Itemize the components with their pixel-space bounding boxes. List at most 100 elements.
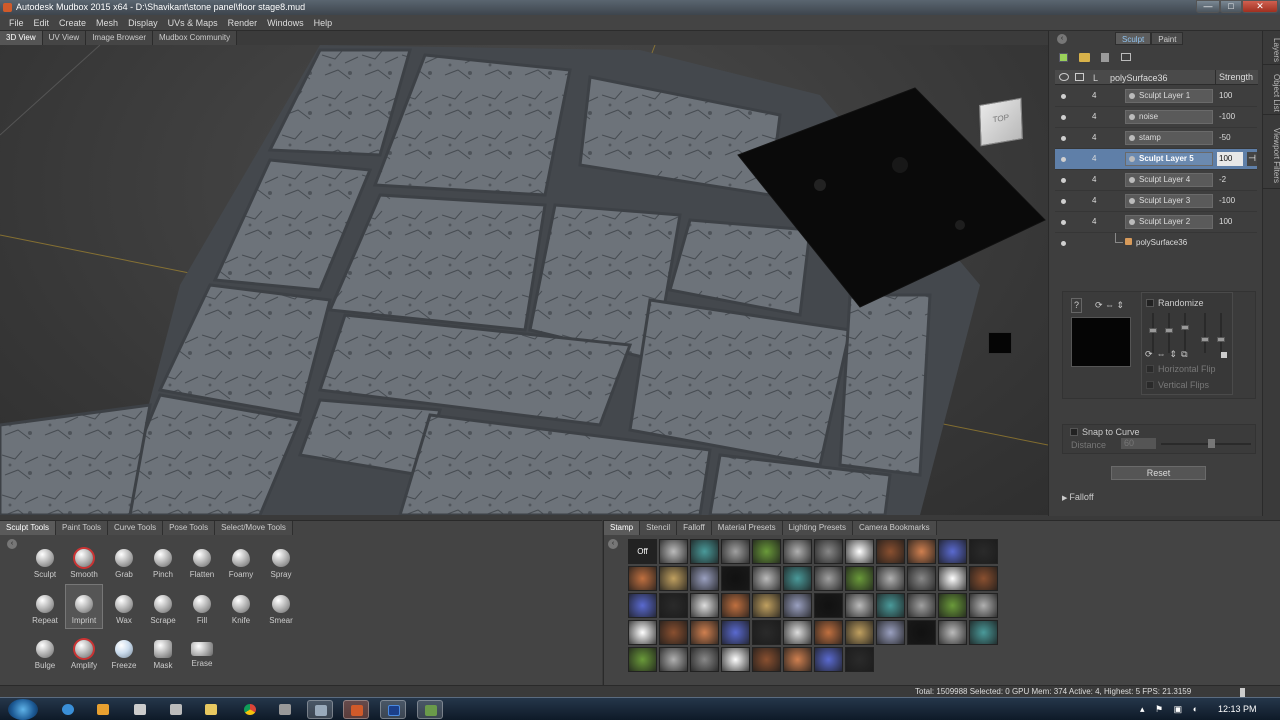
tool-repeat[interactable]: Repeat — [26, 591, 64, 635]
randomize-checkbox[interactable] — [1146, 299, 1154, 307]
menu-display[interactable]: Display — [123, 18, 163, 28]
collapse-panel-icon[interactable]: ‹ — [1057, 34, 1067, 44]
tool-sculpt[interactable]: Sculpt — [26, 545, 64, 589]
tool-wax[interactable]: Wax — [105, 591, 143, 635]
tab-stamp[interactable]: Stamp — [604, 521, 641, 535]
stamp-thumbnail[interactable] — [814, 539, 843, 564]
layer-row[interactable]: 4 Sculpt Layer 1 100 — [1055, 86, 1257, 107]
stamp-thumbnail[interactable] — [907, 593, 936, 618]
stamp-thumbnail[interactable] — [814, 593, 843, 618]
stamp-thumbnail[interactable] — [721, 566, 750, 591]
layer-strength[interactable]: -50 — [1219, 133, 1231, 142]
stamp-thumbnail[interactable] — [845, 539, 874, 564]
tool-foamy[interactable]: Foamy — [222, 545, 260, 589]
tool-fill[interactable]: Fill — [183, 591, 221, 635]
random-slider-knob[interactable] — [1165, 328, 1173, 333]
tab-uv-view[interactable]: UV View — [42, 31, 87, 45]
stamp-thumbnail[interactable] — [752, 620, 781, 645]
falloff-section[interactable]: ▶ Falloff — [1062, 492, 1094, 502]
tool-mask[interactable]: Mask — [144, 636, 182, 680]
tool-smooth[interactable]: Smooth — [65, 545, 103, 589]
layer-name[interactable]: Sculpt Layer 1 — [1125, 89, 1213, 103]
stamp-thumbnail[interactable] — [721, 539, 750, 564]
eye-icon[interactable] — [1061, 178, 1066, 183]
stamp-thumbnail[interactable] — [628, 620, 657, 645]
tab-stencil[interactable]: Stencil — [640, 521, 678, 535]
window-app-icon[interactable] — [307, 700, 333, 719]
base-mesh-row[interactable]: polySurface36 — [1055, 233, 1257, 254]
stamp-thumbnail[interactable] — [690, 593, 719, 618]
stamp-thumbnail[interactable] — [845, 647, 874, 672]
stamp-thumbnail[interactable] — [752, 593, 781, 618]
stamp-thumbnail[interactable] — [907, 539, 936, 564]
stamp-thumbnail[interactable] — [969, 539, 998, 564]
menu-file[interactable]: File — [4, 18, 29, 28]
stamp-thumbnail[interactable] — [659, 620, 688, 645]
tool-erase[interactable]: Erase — [183, 636, 221, 680]
tab-image-browser[interactable]: Image Browser — [86, 31, 153, 45]
tab-camera-bookmarks[interactable]: Camera Bookmarks — [852, 521, 937, 535]
stamp-thumbnail[interactable] — [814, 566, 843, 591]
layer-row[interactable]: 4 Sculpt Layer 4 -2 — [1055, 170, 1257, 191]
layer-row[interactable]: 4 Sculpt Layer 2 100 — [1055, 212, 1257, 233]
stamp-thumbnail[interactable] — [845, 566, 874, 591]
stamp-thumbnail[interactable] — [876, 539, 905, 564]
random-slider-knob[interactable] — [1149, 328, 1157, 333]
distance-slider[interactable] — [1161, 443, 1251, 445]
photoshop-icon[interactable] — [380, 700, 406, 719]
menu-edit[interactable]: Edit — [29, 18, 55, 28]
stamp-thumbnail[interactable] — [628, 566, 657, 591]
layer-name[interactable]: Sculpt Layer 2 — [1125, 215, 1213, 229]
stamp-thumbnail[interactable] — [938, 566, 967, 591]
tab-select-move-tools[interactable]: Select/Move Tools — [215, 521, 293, 535]
tool-pinch[interactable]: Pinch — [144, 545, 182, 589]
random-slider[interactable] — [1220, 313, 1222, 353]
tab-3d-view[interactable]: 3D View — [0, 31, 43, 45]
ie-icon[interactable] — [55, 700, 81, 719]
layer-strength[interactable]: 100 — [1219, 91, 1232, 100]
stamp-thumbnail[interactable] — [628, 593, 657, 618]
explorer-icon[interactable] — [198, 700, 224, 719]
reset-button[interactable]: Reset — [1111, 466, 1206, 480]
chrome-icon[interactable] — [237, 700, 263, 719]
stamp-thumbnail[interactable] — [907, 620, 936, 645]
stamp-thumbnail[interactable] — [659, 566, 688, 591]
eye-icon[interactable] — [1061, 241, 1066, 246]
stamp-thumbnail[interactable] — [783, 620, 812, 645]
stamp-thumbnail[interactable] — [659, 539, 688, 564]
stamp-thumbnail[interactable] — [659, 593, 688, 618]
stamp-thumbnail[interactable] — [876, 593, 905, 618]
random-slider[interactable] — [1184, 313, 1186, 353]
system-tray-icons[interactable]: ▴ ⚑ ▣ ◐ — [1140, 704, 1202, 715]
eye-icon[interactable] — [1061, 94, 1066, 99]
tool-knife[interactable]: Knife — [222, 591, 260, 635]
stamp-thumbnail[interactable] — [628, 647, 657, 672]
tool-app-icon[interactable] — [272, 700, 298, 719]
stamp-thumbnail[interactable] — [690, 566, 719, 591]
stamp-thumbnail[interactable] — [845, 620, 874, 645]
layer-strength[interactable]: -100 — [1219, 112, 1235, 121]
stamp-thumbnail[interactable] — [721, 620, 750, 645]
random-slider-knob[interactable] — [1181, 325, 1189, 330]
random-slider[interactable] — [1204, 313, 1206, 353]
tool-grab[interactable]: Grab — [105, 545, 143, 589]
stamp-thumbnail[interactable] — [938, 539, 967, 564]
layer-row[interactable]: 4 noise -100 — [1055, 107, 1257, 128]
eye-icon[interactable] — [1061, 136, 1066, 141]
vertical-flip-checkbox[interactable] — [1146, 381, 1154, 389]
tab-paint-tools[interactable]: Paint Tools — [56, 521, 108, 535]
random-slider-knob[interactable] — [1201, 337, 1209, 342]
stamp-thumbnail[interactable] — [845, 593, 874, 618]
stamp-thumbnail[interactable] — [690, 539, 719, 564]
layer-name[interactable]: noise — [1125, 110, 1213, 124]
random-slider-knob[interactable] — [1217, 337, 1225, 342]
random-slider[interactable] — [1152, 313, 1154, 353]
collapse-tools-icon[interactable]: ‹ — [7, 539, 17, 549]
eye-icon[interactable] — [1061, 157, 1066, 162]
strength-slider-handle[interactable]: ⊣ — [1247, 152, 1257, 166]
eye-icon[interactable] — [1061, 199, 1066, 204]
camera-app-icon[interactable] — [127, 700, 153, 719]
side-tab-viewport-filters[interactable]: Viewport Filters — [1263, 123, 1280, 189]
distance-input[interactable]: 60 — [1121, 438, 1156, 449]
layer-menu-icon[interactable] — [1121, 53, 1131, 61]
